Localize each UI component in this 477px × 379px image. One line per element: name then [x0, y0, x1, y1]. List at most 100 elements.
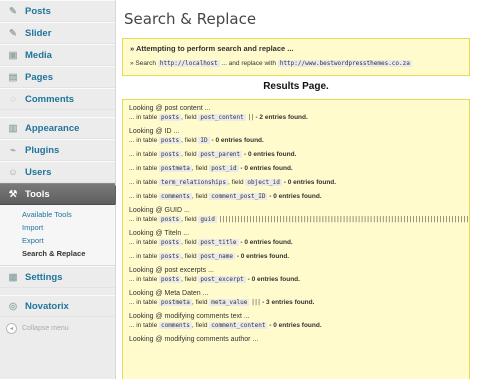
novatorix-icon: ◎	[8, 300, 18, 312]
sidebar-item-posts[interactable]: ✎ Posts	[0, 0, 115, 22]
sidebar-item-label: Settings	[25, 271, 63, 283]
result-line: ... in table comments, field comment_con…	[129, 321, 469, 330]
settings-icon: ▦	[8, 271, 18, 283]
replace-prefix: ... and replace with	[221, 60, 277, 67]
entries-count: - 2 entries found.	[255, 114, 308, 121]
sidebar-item-comments[interactable]: ◌ Comments	[0, 88, 115, 110]
field-name: object_id	[245, 179, 282, 186]
result-line: ... in table postmeta, field meta_value …	[129, 298, 469, 307]
result-line: ... in table comments, field comment_pos…	[129, 192, 469, 201]
field-name: post_name	[198, 253, 235, 260]
submenu-item-import[interactable]: Import	[0, 221, 115, 234]
sidebar-separator	[0, 110, 115, 117]
table-name: posts	[159, 114, 182, 121]
plugin-icon: ⌁	[10, 144, 16, 156]
main-content: Search & Replace » Attempting to perform…	[116, 0, 477, 379]
in-table-text: ... in table	[129, 239, 158, 246]
field-text: , field	[228, 179, 244, 186]
sidebar-item-pages[interactable]: ▤ Pages	[0, 66, 115, 88]
admin-sidebar: ✎ Posts ✎ Slider ▣ Media ▤ Pages ◌ Comments ▥ Appea…	[0, 0, 123, 379]
result-group: Looking @ post excerpts ...... in table …	[123, 266, 469, 284]
result-line: ... in table posts, field ID - 0 entries…	[129, 136, 469, 145]
sidebar-item-label: Appearance	[25, 122, 80, 134]
field-text: , field	[181, 253, 197, 260]
result-line: ... in table posts, field post_title - 0…	[129, 238, 469, 247]
table-name: postmeta	[159, 299, 192, 306]
in-table-text: ... in table	[129, 216, 158, 223]
wrench-icon: ⚒	[8, 188, 18, 200]
sidebar-item-users[interactable]: ☺ Users	[0, 161, 115, 183]
page-title: Search & Replace	[124, 10, 257, 28]
attempt-notice: » Attempting to perform search and repla…	[122, 38, 470, 76]
sidebar-item-plugins[interactable]: ⌁ Plugins	[0, 139, 115, 161]
attempt-search-line: » Search http://localhost ... and replac…	[130, 60, 412, 67]
result-group-label: Looking @ post excerpts ...	[129, 267, 214, 274]
comment-icon: ◌	[10, 93, 16, 105]
result-group-label: Looking @ post content ...	[129, 105, 211, 112]
sidebar-item-media[interactable]: ▣ Media	[0, 44, 115, 66]
in-table-text: ... in table	[129, 165, 158, 172]
sidebar-item-settings[interactable]: ▦ Settings	[0, 266, 115, 288]
table-name: posts	[159, 253, 182, 260]
sidebar-separator	[0, 288, 115, 295]
field-name: post_id	[209, 165, 239, 172]
table-name: term_relationships	[159, 179, 229, 186]
sidebar-item-label: Slider	[25, 27, 52, 39]
sidebar-item-novatorix[interactable]: ◎ Novatorix	[0, 295, 115, 317]
in-table-text: ... in table	[129, 276, 158, 283]
collapse-arrow-icon: ◂	[6, 323, 17, 334]
field-text: , field	[181, 137, 197, 144]
field-text: , field	[181, 276, 197, 283]
in-table-text: ... in table	[129, 193, 158, 200]
result-group: Looking @ Meta Daten ...... in table pos…	[123, 289, 469, 307]
table-name: posts	[159, 137, 182, 144]
submenu-item-search-replace[interactable]: Search & Replace	[0, 247, 115, 260]
in-table-text: ... in table	[129, 322, 158, 329]
field-text: , field	[181, 239, 197, 246]
sidebar-item-label: Media	[25, 49, 52, 61]
media-icon: ▣	[8, 49, 18, 61]
field-name: meta_value	[209, 299, 250, 306]
sidebar-item-slider[interactable]: ✎ Slider	[0, 22, 115, 44]
sidebar-item-tools[interactable]: ⚒ Tools	[0, 183, 123, 205]
sidebar-item-label: Pages	[25, 71, 53, 83]
entries-count: - 0 entries found.	[236, 253, 290, 260]
progress-bars: ||	[247, 114, 255, 121]
result-group: Looking @ modifying comments text ......…	[123, 312, 469, 330]
pin-icon: ✎	[9, 5, 17, 17]
submenu-item-available-tools[interactable]: Available Tools	[0, 208, 115, 221]
in-table-text: ... in table	[129, 299, 158, 306]
table-name: posts	[159, 276, 182, 283]
result-group: Looking @ post content ...... in table p…	[123, 104, 469, 122]
collapse-label: Collapse menu	[22, 325, 69, 332]
results-title: Results Page.	[263, 81, 329, 92]
field-text: , field	[181, 216, 197, 223]
attempt-heading: » Attempting to perform search and repla…	[130, 44, 294, 53]
entries-count: - 0 entries found.	[211, 137, 264, 144]
field-name: comment_content	[209, 322, 268, 329]
appearance-icon: ▥	[8, 122, 18, 134]
submenu-item-export[interactable]: Export	[0, 234, 115, 247]
sidebar-item-label: Tools	[25, 188, 50, 200]
field-text: , field	[191, 193, 208, 200]
entries-count: - 0 entries found.	[269, 193, 322, 200]
sidebar-item-label: Users	[25, 166, 52, 178]
replace-value: http://www.bestwordpressthemes.co.za	[277, 60, 412, 67]
in-table-text: ... in table	[129, 114, 158, 121]
results-panel: Looking @ post content ...... in table p…	[122, 99, 470, 379]
table-name: posts	[159, 216, 182, 223]
result-line: ... in table posts, field post_content |…	[129, 113, 469, 122]
result-line: ... in table posts, field post_excerpt -…	[129, 275, 469, 284]
field-text: , field	[191, 322, 208, 329]
result-line: ... in table posts, field post_name - 0 …	[129, 252, 469, 261]
sidebar-item-appearance[interactable]: ▥ Appearance	[0, 117, 115, 139]
pin-icon: ✎	[9, 27, 17, 39]
result-group: Looking @ Titeln ...... in table posts, …	[123, 229, 469, 261]
sidebar-item-label: Comments	[25, 93, 75, 105]
field-name: post_title	[198, 239, 239, 246]
field-name: comment_post_ID	[209, 193, 268, 200]
result-group-label: Looking @ modifying comments text ...	[129, 313, 250, 320]
collapse-menu-button[interactable]: ◂ Collapse menu	[0, 317, 115, 334]
page-icon: ▤	[8, 71, 18, 83]
entries-count: - 0 entries found.	[247, 276, 300, 283]
